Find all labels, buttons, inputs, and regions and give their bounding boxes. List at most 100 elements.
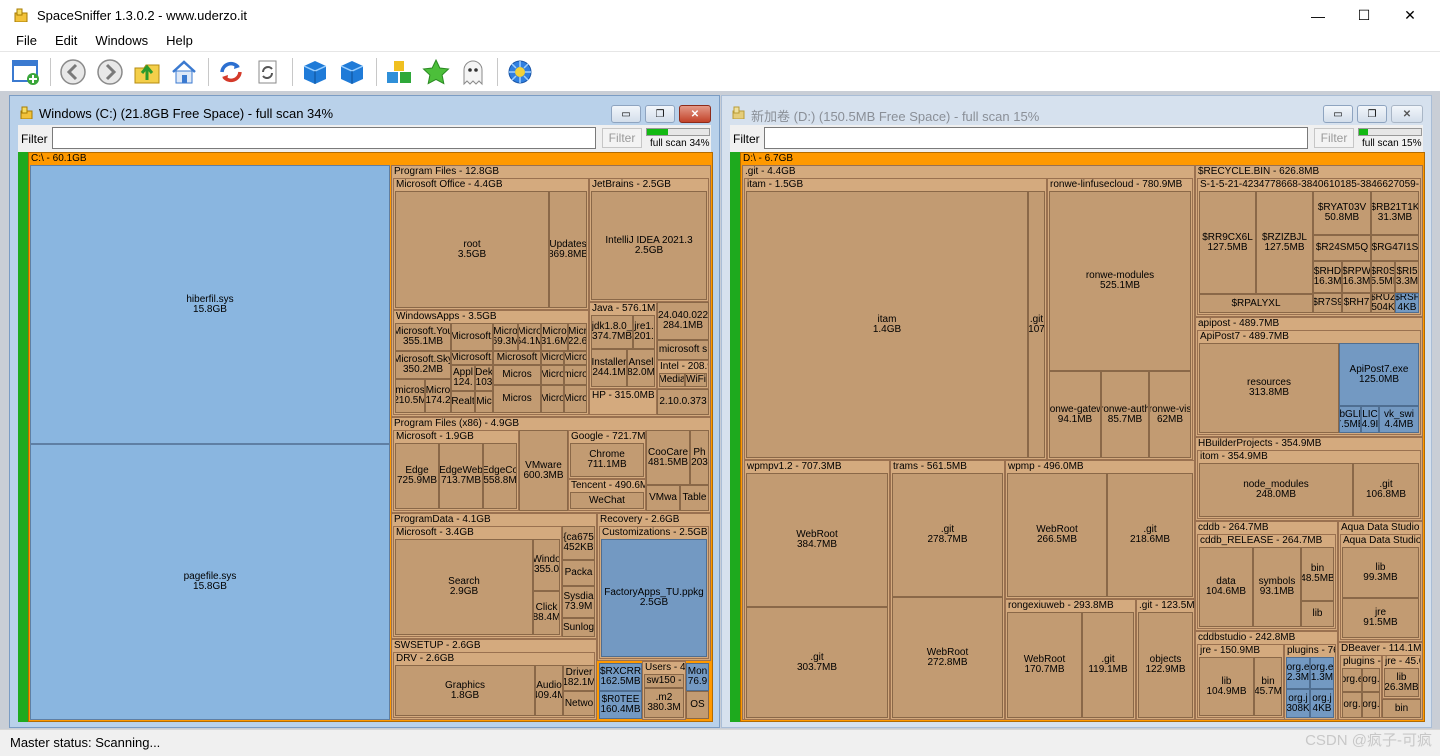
treemap-file[interactable]: Microsoft.Sky 350.2MB <box>395 351 451 379</box>
treemap-file[interactable]: bin 45.7M <box>1254 657 1282 716</box>
treemap-file[interactable]: EdgeCo 558.8M <box>483 443 517 509</box>
treemap-folder[interactable]: HP - 315.0MB <box>589 389 657 415</box>
treemap-file[interactable]: ronwe-modules 525.1MB <box>1049 191 1191 371</box>
treemap-file[interactable]: Packa <box>562 560 595 586</box>
treemap-file[interactable]: $R24SM5Q <box>1313 235 1371 261</box>
treemap-file[interactable]: .git 303.7MB <box>746 607 888 718</box>
refresh-icon[interactable] <box>215 56 247 88</box>
blue-box-icon[interactable] <box>299 56 331 88</box>
treemap-file[interactable]: WebRoot 272.8MB <box>892 597 1003 718</box>
treemap-file[interactable]: org.e 2.3M <box>1286 657 1310 689</box>
treemap-file[interactable]: Dek 103 <box>475 365 493 391</box>
treemap-file[interactable]: Micro <box>564 351 587 365</box>
treemap-file[interactable]: objects 122.9MB <box>1138 612 1193 718</box>
treemap-file[interactable]: Media <box>659 373 685 387</box>
treemap-file[interactable]: Micro 69.3M <box>493 323 518 351</box>
treemap-file[interactable]: org.j 308K <box>1286 689 1310 718</box>
treemap-file[interactable]: org.j 4KB <box>1310 689 1334 718</box>
treemap-file[interactable]: root 3.5GB <box>395 191 549 308</box>
treemap-file[interactable]: Appl 124. <box>451 365 475 391</box>
treemap-file[interactable]: bin <box>1382 699 1421 718</box>
treemap-file[interactable]: .git 278.7MB <box>892 473 1003 597</box>
filter-button[interactable]: Filter <box>1314 128 1354 148</box>
treemap-file[interactable]: Micros <box>493 365 541 385</box>
treemap-file[interactable]: IntelliJ IDEA 2021.3 2.5GB <box>591 191 707 300</box>
treemap-file[interactable]: {ca675 452KB <box>562 526 595 560</box>
home-icon[interactable] <box>168 56 200 88</box>
treemap-file[interactable]: Ansel 82.0M <box>627 349 655 387</box>
treemap-file[interactable]: VMware 600.3MB <box>519 430 568 511</box>
treemap-file[interactable]: Netwo <box>563 691 595 716</box>
treemap-file[interactable]: vk_swi 4.4MB <box>1379 406 1419 433</box>
treemap-file[interactable]: Graphics 1.8GB <box>395 665 535 716</box>
ghost-icon[interactable] <box>457 56 489 88</box>
settings-flower-icon[interactable] <box>504 56 536 88</box>
treemap-file[interactable]: Driver 182.1M <box>563 665 595 691</box>
menu-edit[interactable]: Edit <box>55 31 77 51</box>
treemap-file[interactable]: $RPW 16.3M <box>1342 261 1371 293</box>
child-minimize-button[interactable]: ▭ <box>611 105 641 123</box>
filter-button[interactable]: Filter <box>602 128 642 148</box>
treemap-file[interactable]: Micro 64.1M <box>518 323 541 351</box>
treemap-file[interactable]: ronwe-gatew 94.1MB <box>1049 371 1101 458</box>
treemap-file[interactable]: jre1. 201. <box>633 315 655 349</box>
new-scan-icon[interactable] <box>10 56 42 88</box>
treemap-file[interactable]: lib <box>1301 601 1334 627</box>
treemap-file[interactable]: org.e <box>1342 668 1362 692</box>
forward-icon[interactable] <box>94 56 126 88</box>
treemap-file[interactable]: Updates 869.8MB <box>549 191 587 308</box>
treemap-file[interactable]: CooCare 481.5MB <box>646 430 690 485</box>
treemap-file[interactable]: $RB21T1K 31.3MB <box>1371 191 1419 235</box>
filter-input[interactable] <box>764 127 1308 149</box>
maximize-button[interactable]: ☐ <box>1341 0 1387 31</box>
treemap-file[interactable]: micro <box>564 365 587 385</box>
treemap-file[interactable]: WeChat <box>570 492 644 509</box>
treemap-file[interactable]: micros 210.5M <box>395 379 425 413</box>
color-boxes-icon[interactable] <box>383 56 415 88</box>
treemap-file[interactable]: $R0TEE 160.4MB <box>599 691 642 719</box>
treemap-file[interactable]: 2.10.0.373 <box>657 389 709 415</box>
treemap-file[interactable]: .git 119.1MB <box>1082 612 1134 718</box>
star-icon[interactable] <box>420 56 452 88</box>
treemap-file[interactable]: Micr 22.6 <box>568 323 587 351</box>
treemap-file[interactable]: itam 1.4GB <box>746 191 1028 458</box>
menu-windows[interactable]: Windows <box>95 31 148 51</box>
filter-input[interactable] <box>52 127 596 149</box>
treemap-file[interactable]: Microsoft. <box>451 351 493 365</box>
treemap-file[interactable]: OS <box>686 691 709 719</box>
treemap-file[interactable]: jdk1.8.0_ 374.7MB <box>591 315 633 349</box>
treemap-file[interactable]: Chrome 711.1MB <box>570 443 644 477</box>
child-minimize-button[interactable]: ▭ <box>1323 105 1353 123</box>
treemap-file[interactable]: Sunlog <box>562 618 595 637</box>
treemap-file[interactable]: Micros <box>493 385 541 413</box>
treemap-file[interactable]: WebRoot 384.7MB <box>746 473 888 607</box>
blue-box-2-icon[interactable] <box>336 56 368 88</box>
treemap-file[interactable]: pagefile.sys 15.8GB <box>30 444 390 720</box>
treemap-file[interactable]: Search 2.9GB <box>395 539 533 635</box>
treemap-file[interactable]: Sysdia 73.9M <box>562 586 595 618</box>
treemap-file[interactable]: $R7S9 <box>1313 293 1342 313</box>
treemap-file[interactable]: libGLE 7.5MB <box>1339 406 1361 433</box>
treemap-file[interactable]: Microsoft. <box>451 323 493 351</box>
treemap-file[interactable]: $RH7 <box>1342 293 1371 313</box>
treemap-file[interactable]: Micro <box>541 351 564 365</box>
treemap-file[interactable]: .git 218.6MB <box>1107 473 1193 597</box>
treemap-file[interactable]: $RG47I1S <box>1371 235 1419 261</box>
treemap-file[interactable]: WebRoot 266.5MB <box>1007 473 1107 597</box>
treemap-file[interactable]: Microsoft <box>493 351 541 365</box>
treemap-file[interactable]: org. <box>1342 692 1362 718</box>
menu-help[interactable]: Help <box>166 31 193 51</box>
treemap-file[interactable]: .m2 380.3M <box>644 688 684 718</box>
treemap-file[interactable]: sw150 - <box>644 674 684 688</box>
treemap-file[interactable]: $RZIZBJL 127.5MB <box>1256 191 1313 294</box>
treemap-file[interactable]: Mic <box>475 391 493 413</box>
child-restore-button[interactable]: ❐ <box>1357 105 1387 123</box>
treemap-file[interactable]: Micro <box>564 385 587 413</box>
treemap-file[interactable]: .git 106.8MB <box>1353 463 1419 517</box>
treemap-file[interactable]: Micro <box>541 365 564 385</box>
up-folder-icon[interactable] <box>131 56 163 88</box>
treemap-file[interactable]: ApiPost7.exe 125.0MB <box>1339 343 1419 406</box>
treemap-file[interactable]: $RSF 4KB <box>1395 293 1419 313</box>
treemap-file[interactable]: Ph 203 <box>690 430 709 485</box>
treemap-file[interactable]: .git 107 <box>1028 191 1045 458</box>
